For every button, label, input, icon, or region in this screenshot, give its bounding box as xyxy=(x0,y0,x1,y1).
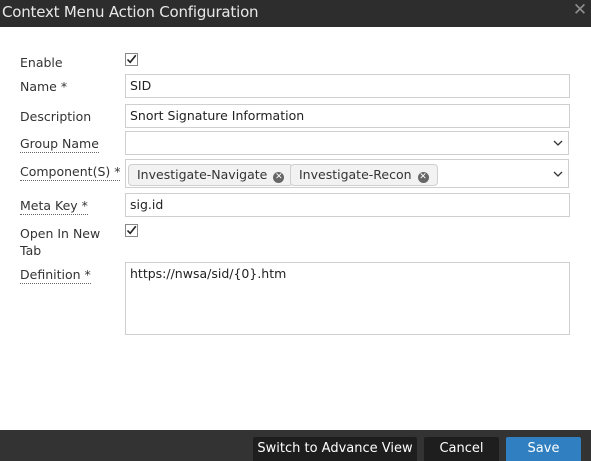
component-tag-label: Investigate-Recon xyxy=(299,167,412,182)
remove-tag-icon[interactable]: ✕ xyxy=(273,172,285,183)
definition-label-text: Definition * xyxy=(20,267,91,284)
definition-textarea[interactable]: https://nwsa/sid/{0}.htm xyxy=(125,262,570,335)
open-new-tab-checkbox[interactable] xyxy=(125,224,138,237)
definition-label: Definition * xyxy=(20,267,91,284)
name-field[interactable]: SID xyxy=(125,74,570,98)
description-field[interactable]: Snort Signature Information xyxy=(125,104,570,128)
description-label: Description xyxy=(20,109,92,124)
components-label: Component(S) * xyxy=(20,164,121,181)
switch-advance-view-button[interactable]: Switch to Advance View xyxy=(253,437,417,461)
name-label: Name * xyxy=(20,79,68,94)
meta-key-label-text: Meta Key * xyxy=(20,198,88,215)
enable-label: Enable xyxy=(20,55,63,70)
meta-key-label: Meta Key * xyxy=(20,198,88,215)
close-icon[interactable]: ✕ xyxy=(571,0,589,22)
dialog-footer: Switch to Advance View Cancel Save xyxy=(0,430,591,461)
chevron-down-icon[interactable] xyxy=(552,160,564,187)
remove-tag-icon[interactable]: ✕ xyxy=(417,172,429,183)
open-new-tab-label: Open In New Tab xyxy=(20,226,101,258)
check-icon xyxy=(125,53,138,66)
cancel-button[interactable]: Cancel xyxy=(424,437,499,461)
components-label-text: Component(S) * xyxy=(20,164,121,181)
enable-checkbox[interactable] xyxy=(125,53,138,66)
meta-key-field[interactable]: sig.id xyxy=(125,193,570,217)
component-tag: Investigate-Navigate ✕ xyxy=(128,164,294,186)
group-name-label: Group Name xyxy=(20,136,99,153)
component-tag-label: Investigate-Navigate xyxy=(137,167,268,182)
save-button[interactable]: Save xyxy=(506,437,581,461)
group-name-select[interactable] xyxy=(125,131,569,155)
chevron-down-icon[interactable] xyxy=(552,132,564,154)
component-tag: Investigate-Recon ✕ xyxy=(290,164,438,186)
group-name-label-text: Group Name xyxy=(20,136,99,153)
check-icon xyxy=(125,224,138,237)
dialog-title: Context Menu Action Configuration xyxy=(2,3,259,21)
context-menu-action-dialog: Context Menu Action Configuration ✕ Enab… xyxy=(0,0,591,461)
title-bar: Context Menu Action Configuration ✕ xyxy=(0,0,591,27)
